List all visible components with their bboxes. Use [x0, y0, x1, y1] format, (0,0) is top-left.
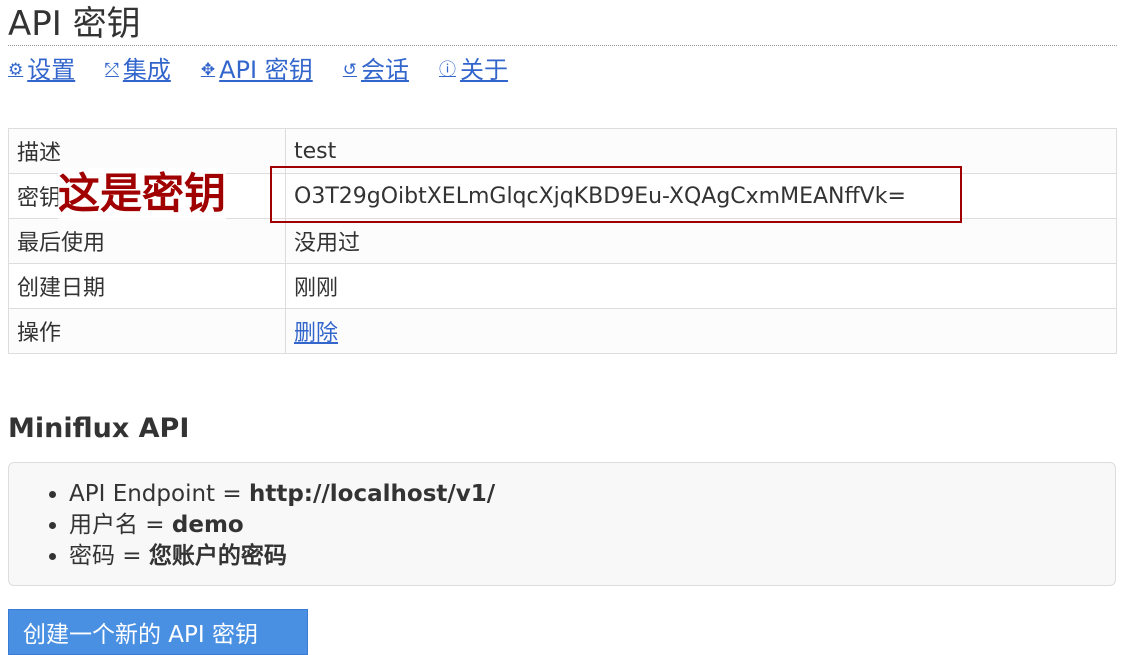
description-value: test	[285, 128, 1117, 174]
password-label: 密码 =	[69, 543, 149, 569]
info-icon: ⓘ	[438, 60, 456, 80]
row-label-actions: 操作	[8, 308, 286, 354]
api-key-table: 描述 test 密钥 O3T29gOibtXELmGlqcXjqKBD9Eu-X…	[8, 128, 1117, 354]
integration-icon: ⤱	[105, 60, 119, 80]
list-item: 用户名 = demo	[69, 510, 1115, 541]
endpoint-label: API Endpoint =	[69, 481, 249, 507]
actions-cell: 删除	[285, 308, 1117, 354]
table-row: 最后使用 没用过	[8, 218, 1117, 264]
table-row: 操作 删除	[8, 308, 1117, 354]
table-row: 创建日期 刚刚	[8, 263, 1117, 309]
list-item: API Endpoint = http://localhost/v1/	[69, 479, 1115, 510]
nav-label-integrations: 集成	[122, 56, 171, 84]
endpoint-value: http://localhost/v1/	[248, 481, 496, 507]
created-value: 刚刚	[285, 263, 1117, 309]
api-section-title: Miniflux API	[8, 413, 190, 444]
nav-link-integrations[interactable]: ⤱ 集成	[105, 54, 171, 86]
row-label-created: 创建日期	[8, 263, 286, 309]
nav-label-about: 关于	[459, 56, 508, 84]
nav-link-settings[interactable]: ⚙ 设置	[8, 54, 75, 86]
page-title: API 密钥	[8, 4, 141, 44]
history-icon: ↺	[342, 60, 357, 80]
row-label-description: 描述	[8, 128, 286, 174]
username-value: demo	[171, 512, 244, 538]
settings-icon: ⚙	[8, 60, 24, 80]
nav-link-api-keys[interactable]: ✥ API 密钥	[201, 54, 313, 86]
nav-label-sessions: 会话	[360, 56, 409, 84]
list-item: 密码 = 您账户的密码	[69, 541, 1115, 572]
last-used-value: 没用过	[285, 218, 1117, 264]
annotation-label: 这是密钥	[58, 168, 227, 220]
settings-nav: ⚙ 设置 ⤱ 集成 ✥ API 密钥 ↺ 会话 ⓘ 关于	[8, 54, 508, 86]
row-label-last-used: 最后使用	[8, 218, 286, 264]
create-api-key-button[interactable]: 创建一个新的 API 密钥	[8, 609, 308, 655]
api-info-panel: API Endpoint = http://localhost/v1/ 用户名 …	[8, 462, 1116, 586]
nav-link-sessions[interactable]: ↺ 会话	[343, 54, 409, 86]
nav-link-about[interactable]: ⓘ 关于	[439, 54, 508, 86]
title-divider	[8, 45, 1117, 46]
nav-label-settings: 设置	[27, 56, 76, 84]
table-row: 描述 test	[8, 128, 1117, 174]
delete-link[interactable]: 删除	[294, 321, 338, 346]
api-info-list: API Endpoint = http://localhost/v1/ 用户名 …	[9, 479, 1115, 572]
api-key-value: O3T29gOibtXELmGlqcXjqKBD9Eu-XQAgCxmMEANf…	[285, 173, 1117, 219]
api-icon: ✥	[200, 60, 216, 80]
nav-label-api-keys: API 密钥	[219, 56, 313, 84]
password-value: 您账户的密码	[148, 543, 287, 569]
username-label: 用户名 =	[69, 512, 172, 538]
